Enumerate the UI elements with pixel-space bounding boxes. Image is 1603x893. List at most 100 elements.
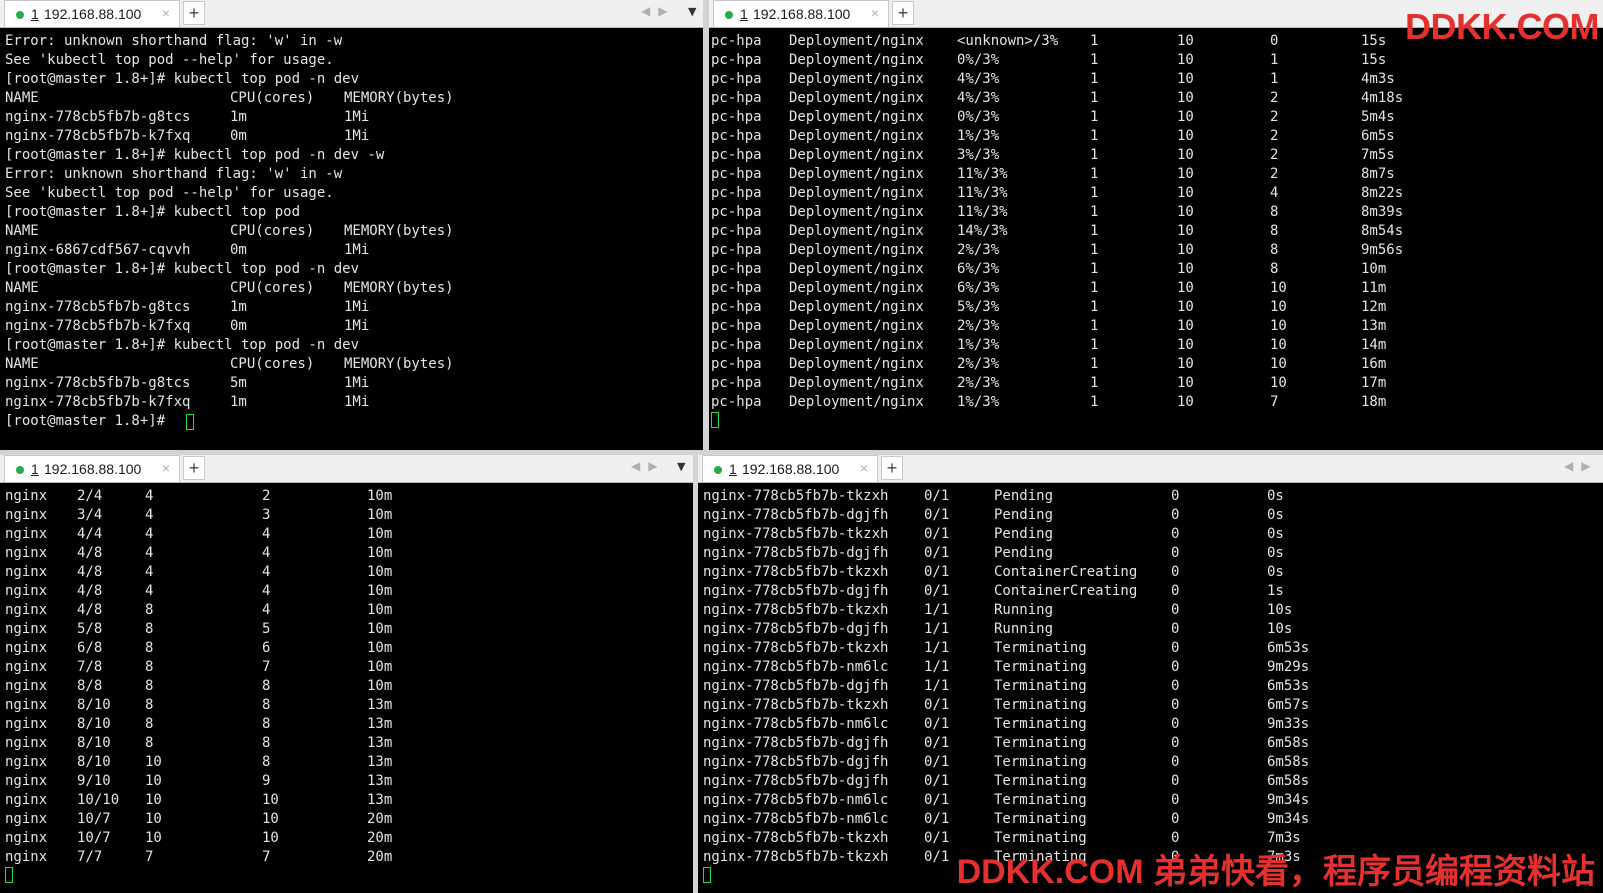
- terminal-line: Error: unknown shorthand flag: 'w' in -w: [5, 32, 703, 51]
- chevron-down-icon[interactable]: ▼: [688, 5, 696, 18]
- terminal-cell: pc-hpa: [711, 299, 762, 315]
- terminal-cell: 8: [145, 697, 154, 713]
- terminal-line: pc-hpa Deployment/nginx 5%/3% 1 10 10 12m: [711, 298, 1603, 317]
- close-tab-icon[interactable]: ×: [162, 5, 170, 21]
- terminal-cell: 15s: [1361, 52, 1387, 68]
- terminal-cell: CPU(cores): [230, 280, 315, 296]
- terminal-cell: 8/8: [77, 678, 103, 694]
- close-tab-icon[interactable]: ×: [860, 460, 868, 476]
- terminal-cell: 2: [1270, 109, 1279, 125]
- terminal-cell: 1Mi: [344, 242, 370, 258]
- connected-status-icon: [714, 466, 722, 474]
- terminal-output[interactable]: pc-hpa Deployment/nginx <unknown>/3% 1 10 0 15…: [711, 32, 1603, 450]
- terminal-cell: pc-hpa: [711, 147, 762, 163]
- terminal-cell: 1Mi: [344, 318, 370, 334]
- session-tab[interactable]: 1 192.168.88.100 ×: [702, 455, 878, 482]
- terminal-cell: 1: [1090, 261, 1099, 277]
- terminal-cell: 1: [1090, 242, 1099, 258]
- terminal-output[interactable]: nginx-778cb5fb7b-tkzxh 0/1 Pending 0 0s nginx…: [703, 487, 1603, 893]
- terminal-line: nginx-778cb5fb7b-nm6lc 0/1 Terminating 0 9m3…: [703, 791, 1603, 810]
- terminal-cell: Deployment/nginx: [789, 52, 924, 68]
- session-tab[interactable]: 1 192.168.88.100 ×: [713, 0, 889, 27]
- terminal-cell: nginx: [5, 735, 48, 751]
- terminal-pane-top-left[interactable]: 1 192.168.88.100 × + ◀▶ ▼ Error: unknown…: [0, 0, 703, 450]
- terminal-cell: Pending: [994, 526, 1054, 542]
- terminal-cell: 10: [1177, 356, 1194, 372]
- terminal-output[interactable]: Error: unknown shorthand flag: 'w' in -w…: [5, 32, 703, 450]
- terminal-pane-bottom-left[interactable]: 1 192.168.88.100 × + ◀▶ ▼ nginx 2/4 4 2 10m n…: [0, 455, 693, 893]
- terminal-cell: nginx: [5, 697, 48, 713]
- terminal-cell: 10m: [367, 526, 393, 542]
- tab-scroll-arrows-icon[interactable]: ◀▶: [641, 4, 675, 18]
- terminal-cell: 0: [1171, 602, 1180, 618]
- terminal-cell: 10m: [367, 640, 393, 656]
- terminal-cell: 0: [1171, 716, 1180, 732]
- tab-scroll-arrows-icon[interactable]: ◀▶: [631, 459, 665, 473]
- terminal-line: nginx 9/10 10 9 13m: [5, 772, 693, 791]
- terminal-pane-top-right[interactable]: 1 192.168.88.100 × + pc-hpa Deployment/ng…: [709, 0, 1603, 450]
- terminal-cell: 10: [1270, 356, 1287, 372]
- terminal-output[interactable]: nginx 2/4 4 2 10m nginx 3/4 4 3 10m nginx 4/4 4 4 10m n…: [5, 487, 693, 893]
- terminal-cell: 8: [145, 735, 154, 751]
- terminal-cell: 9m33s: [1267, 716, 1310, 732]
- terminal-cell: 1%/3%: [957, 394, 1000, 410]
- terminal-cell: 0s: [1267, 488, 1284, 504]
- add-tab-button[interactable]: +: [183, 456, 205, 480]
- terminal-cell: 0m: [230, 242, 247, 258]
- terminal-cursor: [5, 867, 13, 883]
- terminal-cell: 17m: [1361, 375, 1387, 391]
- terminal-cell: 12m: [1361, 299, 1387, 315]
- terminal-cell: nginx: [5, 716, 48, 732]
- terminal-cell: 10m: [1361, 261, 1387, 277]
- terminal-cell: 10: [1177, 147, 1194, 163]
- terminal-cell: 1/1: [924, 678, 950, 694]
- tab-scroll-arrows-icon[interactable]: ◀▶: [1564, 459, 1598, 473]
- terminal-cell: 8: [1270, 261, 1279, 277]
- terminal-cell: 10m: [367, 621, 393, 637]
- terminal-cell: 0/1: [924, 830, 950, 846]
- terminal-line: [root@master 1.8+]# kubectl top pod: [5, 203, 703, 222]
- terminal-line: nginx 8/8 8 8 10m: [5, 677, 693, 696]
- close-tab-icon[interactable]: ×: [871, 5, 879, 21]
- session-tab[interactable]: 1 192.168.88.100 ×: [4, 455, 180, 482]
- add-tab-button[interactable]: +: [892, 1, 914, 25]
- terminal-line: nginx 4/8 4 4 10m: [5, 582, 693, 601]
- terminal-cell: 1Mi: [344, 394, 370, 410]
- tab-bar: 1 192.168.88.100 × + ◀▶ ▼: [0, 0, 703, 28]
- terminal-cell: pc-hpa: [711, 261, 762, 277]
- terminal-line: nginx 7/7 7 7 20m: [5, 848, 693, 867]
- terminal-cell: 8: [262, 697, 271, 713]
- terminal-line: See 'kubectl top pod --help' for usage.: [5, 51, 703, 70]
- terminal-cell: 4: [262, 545, 271, 561]
- add-tab-button[interactable]: +: [183, 1, 205, 25]
- terminal-cell: 11m: [1361, 280, 1387, 296]
- terminal-line: pc-hpa Deployment/nginx 2%/3% 1 10 10 16m: [711, 355, 1603, 374]
- terminal-line: nginx 3/4 4 3 10m: [5, 506, 693, 525]
- close-tab-icon[interactable]: ×: [162, 460, 170, 476]
- terminal-cell: 0: [1171, 811, 1180, 827]
- terminal-line: nginx-778cb5fb7b-tkzxh 1/1 Terminating 0 6m5…: [703, 639, 1603, 658]
- terminal-cell: 10: [1177, 52, 1194, 68]
- chevron-down-icon[interactable]: ▼: [677, 460, 685, 473]
- terminal-cell: 5%/3%: [957, 299, 1000, 315]
- session-tab[interactable]: 1 192.168.88.100 ×: [4, 0, 180, 27]
- terminal-line: pc-hpa Deployment/nginx 3%/3% 1 10 2 7m5s: [711, 146, 1603, 165]
- terminal-cell: 10m: [367, 545, 393, 561]
- terminal-cell: 0: [1171, 678, 1180, 694]
- terminal-cell: pc-hpa: [711, 185, 762, 201]
- terminal-cell: nginx-778cb5fb7b-g8tcs: [5, 109, 191, 125]
- terminal-cell: [root@master 1.8+]# kubectl top pod -n d…: [5, 337, 360, 353]
- terminal-cell: 7m5s: [1361, 147, 1395, 163]
- terminal-cell: pc-hpa: [711, 52, 762, 68]
- terminal-cell: 4: [145, 545, 154, 561]
- terminal-cell: Deployment/nginx: [789, 299, 924, 315]
- terminal-line: nginx-778cb5fb7b-tkzxh 0/1 Pending 0 0s: [703, 487, 1603, 506]
- terminal-line: [root@master 1.8+]# kubectl top pod -n d…: [5, 70, 703, 89]
- tab-host: 192.168.88.100: [44, 6, 142, 22]
- terminal-cell: 20m: [367, 849, 393, 865]
- terminal-cell: 1: [1270, 71, 1279, 87]
- add-tab-button[interactable]: +: [881, 456, 903, 480]
- terminal-pane-bottom-right[interactable]: 1 192.168.88.100 × + ◀▶ nginx-778cb5fb7b…: [698, 455, 1603, 893]
- terminal-cell: Terminating: [994, 697, 1087, 713]
- terminal-cell: nginx-778cb5fb7b-dgjfh: [703, 545, 889, 561]
